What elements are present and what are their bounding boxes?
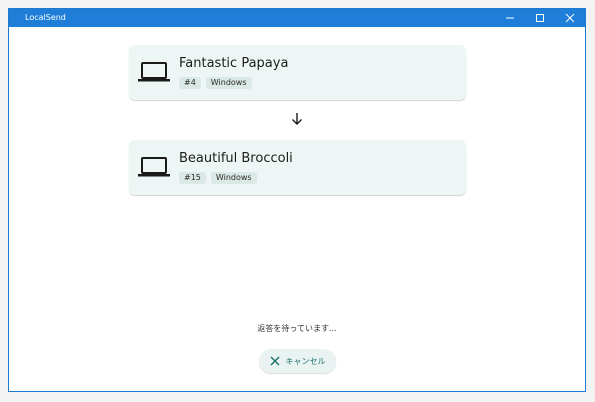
minimize-button[interactable] (495, 9, 525, 27)
sender-device-card: Fantastic Papaya #4 Windows (129, 45, 466, 100)
app-window: LocalSend Fantastic Papaya #4 Windows Be (8, 8, 586, 392)
maximize-icon (536, 14, 544, 22)
arrow-down-icon (292, 113, 302, 125)
close-icon (270, 356, 279, 366)
cancel-label: キャンセル (285, 356, 326, 366)
minimize-icon (506, 17, 514, 19)
receiver-device-tags: #15 Windows (179, 172, 257, 184)
receiver-device-name: Beautiful Broccoli (179, 151, 293, 166)
sender-device-tags: #4 Windows (179, 77, 252, 89)
device-os-badge: Windows (210, 172, 257, 184)
laptop-icon (138, 62, 170, 82)
cancel-button[interactable]: キャンセル (259, 349, 336, 373)
laptop-icon (138, 157, 170, 177)
receiver-device-card: Beautiful Broccoli #15 Windows (129, 140, 466, 195)
close-window-button[interactable] (555, 9, 585, 27)
status-text: 返答を待っています... (257, 324, 337, 333)
device-os-badge: Windows (205, 77, 252, 89)
device-id-badge: #4 (179, 77, 201, 89)
title-bar[interactable]: LocalSend (9, 9, 585, 27)
window-title: LocalSend (25, 13, 66, 22)
sender-device-name: Fantastic Papaya (179, 56, 289, 71)
close-icon (565, 13, 575, 23)
maximize-button[interactable] (525, 9, 555, 27)
device-id-badge: #15 (179, 172, 206, 184)
